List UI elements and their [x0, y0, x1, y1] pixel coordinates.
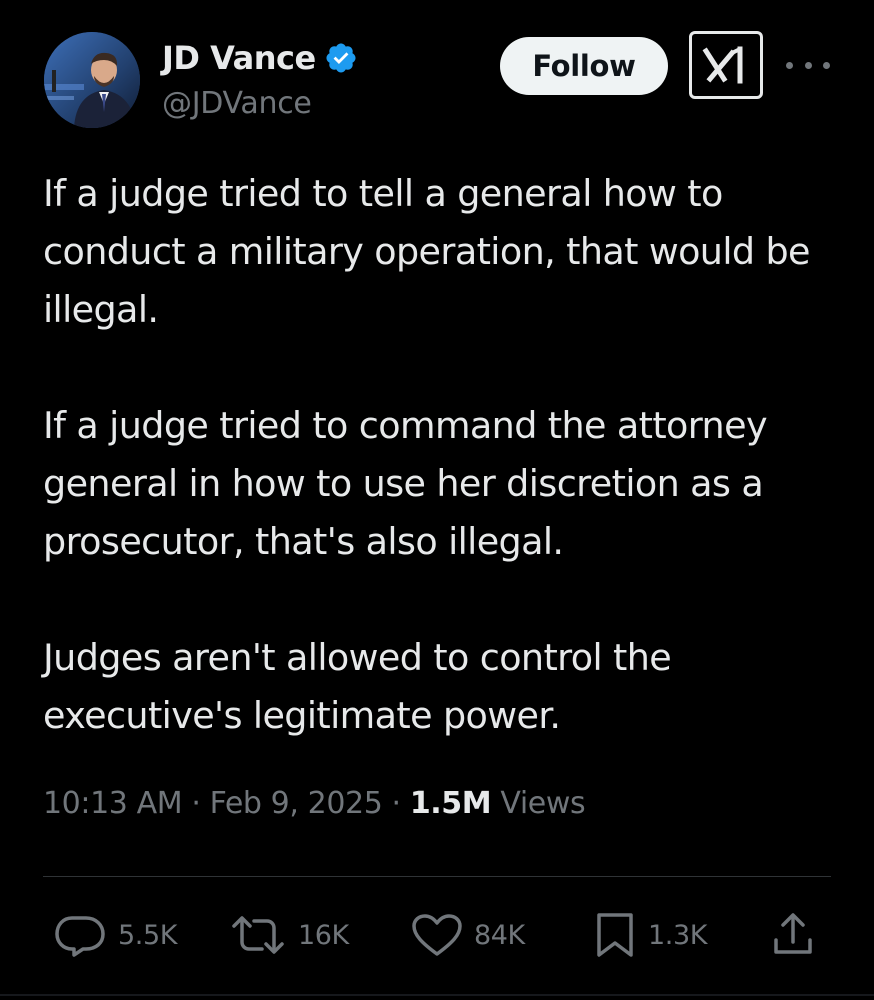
divider — [43, 876, 831, 877]
bottom-edge — [0, 994, 874, 996]
views-count[interactable]: 1.5M — [410, 786, 492, 821]
reply-icon — [55, 916, 105, 957]
share-icon — [774, 913, 812, 954]
tweet-paragraph: Judges aren't allowed to control the exe… — [43, 636, 672, 737]
reply-button[interactable]: 5.5K — [52, 905, 177, 965]
repost-icon — [232, 916, 284, 954]
more-dots-icon[interactable] — [786, 50, 830, 80]
like-button[interactable]: 84K — [410, 905, 525, 965]
meta-separator: · — [391, 786, 402, 821]
follow-button[interactable]: Follow — [500, 37, 668, 95]
display-name-row: JD Vance — [162, 36, 358, 80]
action-bar: 5.5K 16K 84K 1.3K — [0, 905, 874, 965]
bookmark-icon — [597, 913, 633, 957]
tweet-date[interactable]: Feb 9, 2025 — [210, 786, 383, 821]
tweet-meta: 10:13 AM · Feb 9, 2025 · 1.5M Views — [43, 786, 586, 821]
dot — [786, 61, 793, 69]
heart-icon — [412, 914, 462, 956]
avatar[interactable] — [44, 32, 140, 128]
meta-separator: · — [191, 786, 201, 821]
reply-count: 5.5K — [118, 919, 178, 951]
like-count: 84K — [474, 919, 525, 951]
bookmark-count: 1.3K — [648, 919, 708, 951]
dot — [823, 61, 830, 69]
repost-button[interactable]: 16K — [228, 905, 349, 965]
author-info: JD Vance @JDVance — [162, 36, 358, 121]
handle[interactable]: @JDVance — [162, 86, 358, 121]
tweet-paragraph: If a judge tried to command the attorney… — [43, 404, 768, 563]
views-label: Views — [500, 786, 586, 821]
tweet-paragraph: If a judge tried to tell a general how t… — [43, 172, 810, 331]
display-name[interactable]: JD Vance — [162, 39, 316, 77]
tweet-time[interactable]: 10:13 AM — [43, 786, 183, 821]
tweet-header: JD Vance @JDVance Follow — [0, 0, 874, 140]
repost-count: 16K — [298, 919, 349, 951]
dot — [804, 61, 812, 69]
share-button[interactable] — [770, 905, 816, 965]
tweet-text: If a judge tried to tell a general how t… — [43, 165, 853, 803]
grok-icon[interactable] — [689, 31, 763, 99]
verified-badge-icon[interactable] — [324, 41, 358, 75]
bookmark-button[interactable]: 1.3K — [592, 905, 707, 965]
